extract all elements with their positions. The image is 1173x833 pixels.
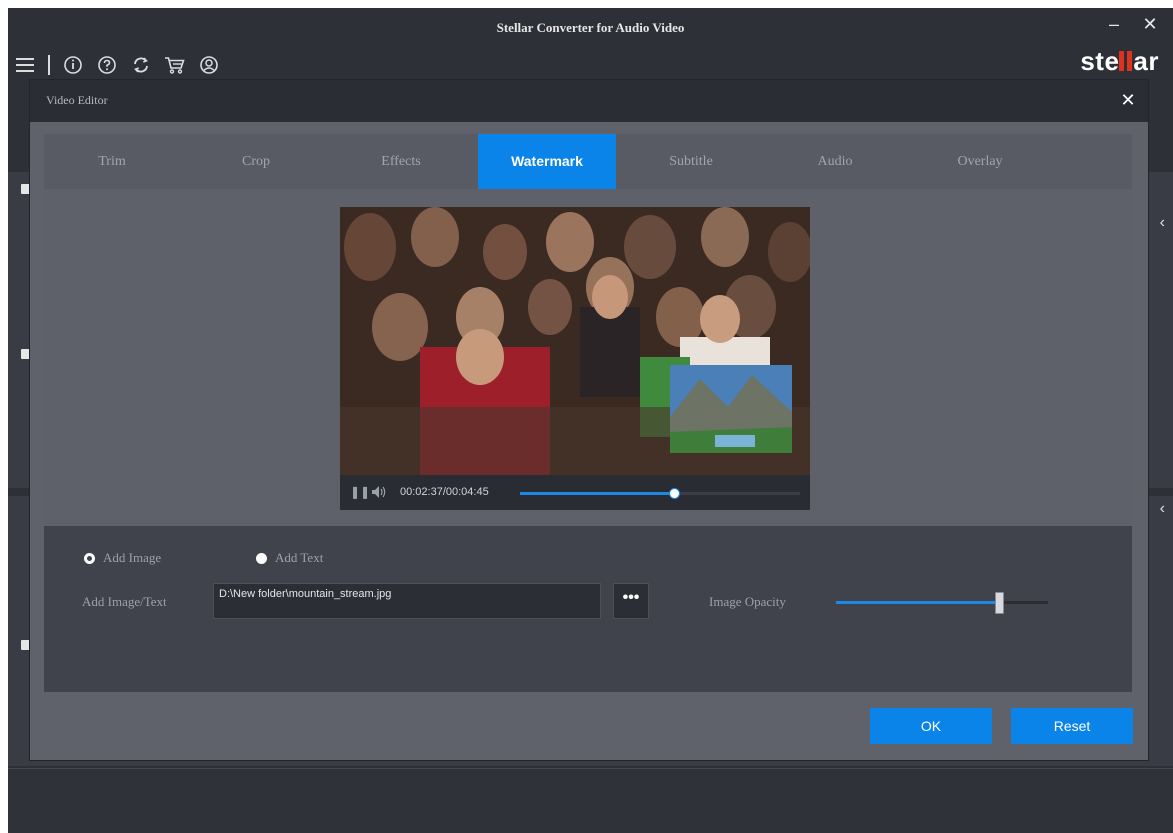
image-opacity-label: Image Opacity	[709, 594, 786, 609]
add-text-radio[interactable]: Add Text	[256, 550, 323, 566]
dialog-header: Video Editor ✕	[30, 80, 1148, 122]
tab-bar: Trim Crop Effects Watermark Subtitle Aud…	[44, 134, 1132, 189]
opacity-slider-fill	[836, 601, 1000, 604]
help-icon[interactable]	[96, 54, 118, 76]
tab-audio[interactable]: Audio	[766, 134, 904, 189]
seek-progress	[520, 492, 674, 495]
tab-overlay[interactable]: Overlay	[910, 134, 1050, 189]
refresh-icon[interactable]	[130, 54, 152, 76]
add-image-radio[interactable]: Add Image	[84, 550, 161, 566]
watermark-options: Add Image Add Text Add Image/Text D:\New…	[44, 526, 1132, 692]
app-title: Stellar Converter for Audio Video	[496, 20, 685, 35]
menu-icon[interactable]	[14, 54, 36, 76]
tab-trim[interactable]: Trim	[44, 134, 180, 189]
stellar-logo: ste ar	[1080, 46, 1159, 76]
image-path-input[interactable]: D:\New folder\mountain_stream.jpg	[213, 583, 601, 619]
time-display: 00:02:37/00:04:45	[400, 486, 489, 498]
radio-selected-icon	[84, 552, 95, 564]
pause-icon[interactable]: ❚❚	[350, 485, 370, 499]
toolbar-separator	[48, 55, 50, 75]
tab-watermark[interactable]: Watermark	[478, 134, 616, 189]
tab-subtitle[interactable]: Subtitle	[622, 134, 760, 189]
title-bar: Stellar Converter for Audio Video – ✕	[8, 8, 1173, 48]
opacity-slider[interactable]	[836, 592, 1048, 614]
account-icon[interactable]	[198, 54, 220, 76]
status-bar	[8, 768, 1173, 833]
opacity-slider-handle[interactable]	[995, 592, 1005, 614]
volume-icon[interactable]	[371, 485, 387, 502]
browse-button[interactable]: •••	[613, 583, 649, 619]
add-image-text-label: Add Image/Text	[82, 594, 167, 609]
logo-bars-icon	[1119, 51, 1133, 71]
chevron-left-icon[interactable]: ‹	[1160, 214, 1165, 232]
reset-button[interactable]: Reset	[1011, 708, 1133, 744]
video-frame	[340, 207, 810, 475]
preview-area: ❚❚ 00:02:37/00:04:45	[44, 189, 1132, 526]
video-player: ❚❚ 00:02:37/00:04:45	[340, 207, 810, 510]
tab-crop[interactable]: Crop	[188, 134, 324, 189]
chevron-left-icon[interactable]: ‹	[1160, 500, 1165, 518]
tab-effects[interactable]: Effects	[332, 134, 470, 189]
radio-unselected-icon	[256, 552, 267, 564]
video-editor-dialog: Video Editor ✕ Trim Crop Effects Waterma…	[30, 80, 1148, 760]
info-icon[interactable]	[62, 54, 84, 76]
cart-icon[interactable]	[164, 54, 186, 76]
editor-panel: Trim Crop Effects Watermark Subtitle Aud…	[44, 134, 1132, 692]
player-controls: ❚❚ 00:02:37/00:04:45	[340, 475, 810, 510]
ok-button[interactable]: OK	[870, 708, 992, 744]
toolbar	[14, 50, 220, 80]
minimize-button[interactable]: –	[1099, 12, 1129, 36]
close-app-button[interactable]: ✕	[1135, 12, 1165, 36]
close-dialog-button[interactable]: ✕	[1116, 88, 1140, 112]
dialog-title: Video Editor	[46, 93, 108, 107]
seek-bar[interactable]	[520, 488, 800, 499]
watermark-image[interactable]	[670, 365, 792, 453]
seek-handle[interactable]	[669, 488, 680, 499]
